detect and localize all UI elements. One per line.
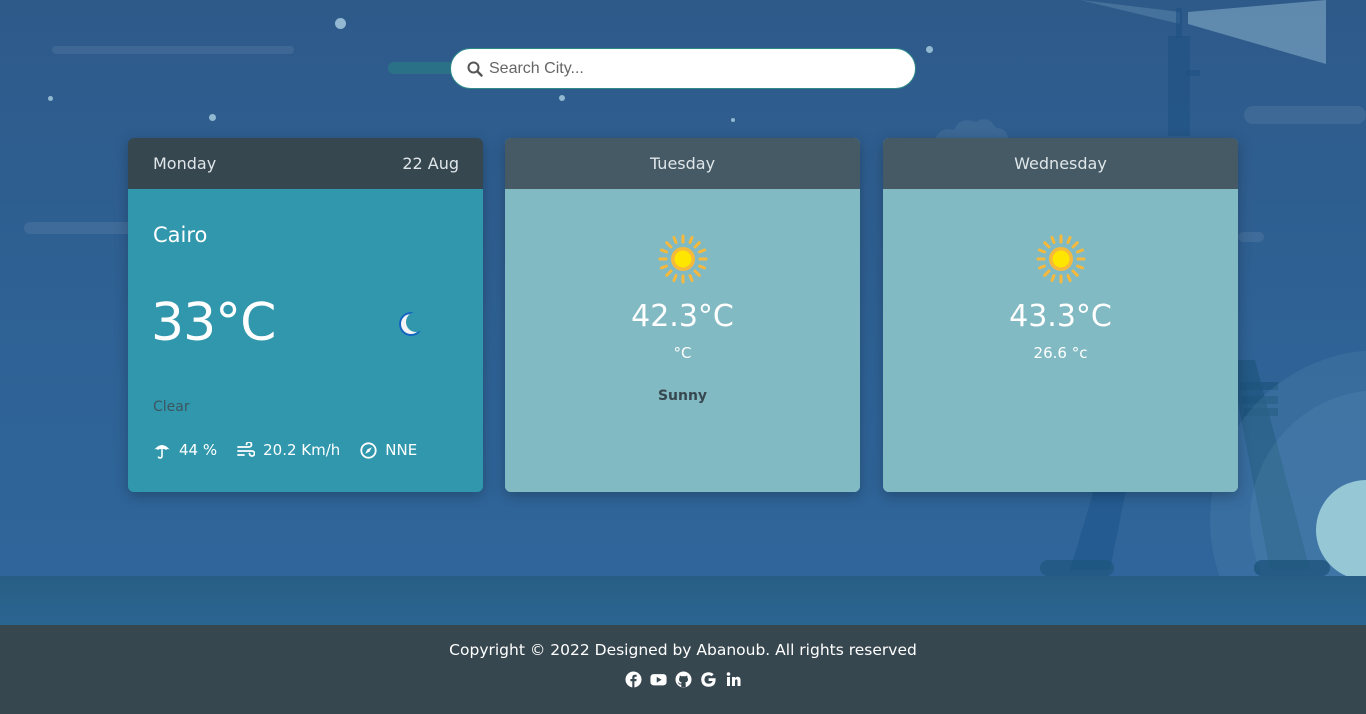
copyright-text: Copyright © 2022 Designed by Abanoub. Al…: [449, 641, 917, 659]
star-dot: [731, 118, 735, 122]
max-temperature: 43.3°C: [1009, 299, 1112, 334]
star-dot: [48, 96, 53, 101]
cloud-streak: [52, 46, 294, 54]
today-day: Monday: [153, 154, 217, 173]
weather-stats: 44 % 20.2 Km/h NNE: [153, 441, 437, 459]
humidity-stat: 44 %: [153, 441, 217, 459]
cloud-streak: [388, 62, 458, 74]
star-dot: [559, 95, 565, 101]
forecast-card-header: Tuesday: [505, 138, 860, 189]
direction-stat: NNE: [360, 441, 417, 459]
compass-icon: [360, 441, 377, 459]
wind-icon: [237, 442, 256, 457]
wind-stat: 20.2 Km/h: [237, 441, 340, 459]
forecast-card-header: Wednesday: [883, 138, 1238, 189]
star-dot: [335, 18, 346, 29]
search-bar[interactable]: [450, 48, 916, 89]
star-dot: [926, 46, 933, 53]
max-temperature: 42.3°C: [631, 299, 734, 334]
moon-icon: [399, 312, 424, 336]
current-temperature: 33°C: [151, 293, 276, 353]
star-dot: [209, 114, 216, 121]
today-date: 22 Aug: [402, 154, 459, 173]
city-name: Cairo: [153, 223, 208, 247]
min-temperature: 26.6 °c: [1033, 344, 1088, 362]
min-temperature: °C: [673, 344, 692, 362]
search-icon: [467, 61, 483, 77]
umbrella-icon: [154, 445, 170, 459]
forecast-card: Wednesday 43.3°C 26.6 °c: [883, 138, 1238, 492]
forecast-description: Sunny: [657, 388, 708, 404]
forecast-card-body: 43.3°C 26.6 °c: [883, 233, 1238, 492]
linkedin-icon[interactable]: [725, 671, 742, 688]
wind-speed: 20.2 Km/h: [263, 441, 341, 459]
today-weather-card: Monday 22 Aug Cairo 33°C Clear 44 % 20.2…: [128, 138, 483, 492]
facebook-icon[interactable]: [625, 671, 642, 688]
sun-icon: [658, 234, 707, 284]
ground-strip: [0, 576, 1366, 625]
youtube-icon[interactable]: [649, 671, 667, 688]
humidity-value: 44 %: [179, 441, 218, 459]
cloud-streak: [24, 222, 134, 234]
weather-condition: Clear: [153, 399, 190, 415]
forecast-day: Tuesday: [649, 154, 716, 173]
github-icon[interactable]: [675, 671, 692, 688]
forecast-card-body: 42.3°C °C Sunny: [505, 233, 860, 492]
sun-icon: [1036, 234, 1085, 284]
social-links: [0, 671, 1366, 688]
search-input[interactable]: [487, 52, 891, 85]
wind-direction: NNE: [385, 441, 418, 459]
today-card-header: Monday 22 Aug: [128, 138, 483, 189]
forecast-day: Wednesday: [1014, 154, 1107, 173]
forecast-card: Tuesday 42.3°C °C Sunny: [505, 138, 860, 492]
today-card-body: Cairo 33°C Clear 44 % 20.2 Km/h NNE: [128, 189, 483, 492]
google-icon[interactable]: [700, 671, 717, 688]
footer: Copyright © 2022 Designed by Abanoub. Al…: [0, 625, 1366, 714]
